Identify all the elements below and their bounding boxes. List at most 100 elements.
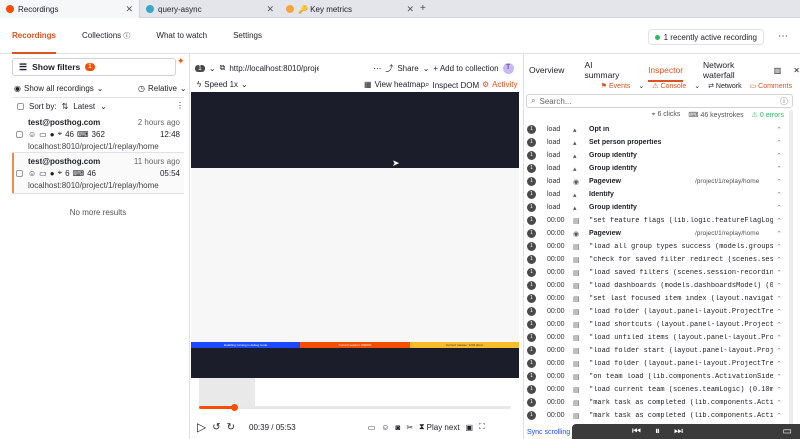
network-filter[interactable]: ⇄ Network	[708, 82, 742, 90]
event-row[interactable]: 1 load ▴ Group identify ⌃	[523, 162, 785, 175]
event-row[interactable]: 1 00:00 ▤ "check for saved filter redirect …	[523, 253, 785, 266]
view-heatmap-button[interactable]: ▦ View heatmap	[364, 80, 425, 89]
event-row[interactable]: 1 00:00 ▤ "set feature flags (lib.logic.fea…	[523, 214, 785, 227]
layout-icon[interactable]: ▥	[774, 66, 782, 75]
browser-tab-query-async[interactable]: query-async ✕	[140, 0, 280, 18]
event-row[interactable]: 1 00:00 ▤ "load dashboards (models.dashboar…	[523, 279, 785, 292]
expand-icon[interactable]: ⌃	[773, 243, 785, 251]
expand-icon[interactable]: ⌃	[773, 256, 785, 264]
event-row[interactable]: 1 load ▴ Identify ⌃	[523, 188, 785, 201]
new-tab-icon[interactable]: +	[420, 3, 426, 14]
event-row[interactable]: 1 load ▴ Group identify ⌃	[523, 201, 785, 214]
expand-icon[interactable]: ⌃	[773, 139, 785, 147]
expand-icon[interactable]: ⌃	[773, 334, 785, 342]
pip-icon[interactable]: ▣	[466, 423, 474, 432]
expand-icon[interactable]: ⌃	[773, 126, 785, 134]
recording-item[interactable]: test@posthog.com 2 hours ago ☺ ▭ ● ⌖ 46 ⌨ 3…	[12, 114, 184, 154]
show-all-recordings[interactable]: ◉ Show all recordings ⌄	[14, 84, 104, 93]
more-vertical-icon[interactable]: ⋮	[176, 101, 184, 110]
tab-inspector[interactable]: Inspector	[648, 58, 683, 82]
fast-forward-icon[interactable]: ⏭	[674, 426, 683, 437]
forward-icon[interactable]: ↻	[227, 422, 235, 433]
date-range-select[interactable]: ◷ Relative ⌄	[138, 84, 187, 93]
tab-ai-summary[interactable]: AI summary	[584, 58, 628, 82]
expand-icon[interactable]: ⌃	[773, 152, 785, 160]
expand-icon[interactable]: ⌃	[773, 230, 785, 238]
sort-select[interactable]: Latest	[73, 102, 95, 111]
rewind-icon[interactable]: ↺	[212, 422, 220, 433]
expand-icon[interactable]: ⌃	[773, 412, 785, 420]
sparkle-icon[interactable]: ✦	[177, 56, 185, 67]
expand-icon[interactable]: ⌃	[773, 217, 785, 225]
tab-overview[interactable]: Overview	[529, 58, 564, 82]
recording-url-field[interactable]: http://localhost:8010/proje...	[229, 64, 319, 73]
tab-network-waterfall[interactable]: Network waterfall	[703, 58, 766, 82]
play-icon[interactable]: ▷	[197, 420, 206, 434]
event-row[interactable]: 1 00:00 ◉ Pageview/project/1/replay/home ⌃	[523, 227, 785, 240]
event-row[interactable]: 1 00:00 ▤ "load folder start (layout.panel-…	[523, 344, 785, 357]
scissors-icon[interactable]: ✂	[406, 423, 413, 432]
event-row[interactable]: 1 00:00 ▤ "load shortcuts (layout.panel-lay…	[523, 318, 785, 331]
window-icon[interactable]: ▭	[783, 426, 800, 437]
expand-icon[interactable]: ⌃	[773, 399, 785, 407]
recording-checkbox[interactable]	[16, 169, 23, 177]
show-filters-button[interactable]: ☰ Show filters 1	[12, 58, 176, 76]
active-recording-badge[interactable]: 1 recently active recording	[647, 29, 764, 45]
chevron-down-icon[interactable]: ⌄	[209, 64, 216, 73]
scrollbar[interactable]	[789, 110, 793, 430]
speed-select[interactable]: ϟ Speed 1x ⌄	[197, 80, 248, 89]
activity-button[interactable]: ⚙ Activity	[482, 80, 518, 89]
expand-icon[interactable]: ⌃	[773, 347, 785, 355]
add-to-collection-button[interactable]: + Add to collection	[433, 64, 498, 73]
close-icon[interactable]: ✕	[266, 4, 274, 15]
select-all-checkbox[interactable]	[17, 103, 24, 110]
event-row[interactable]: 1 load ▴ Set person properties ⌃	[523, 136, 785, 149]
emoji-icon[interactable]: ☺	[381, 423, 389, 432]
expand-icon[interactable]: ⌃	[773, 373, 785, 381]
camera-icon[interactable]: ◙	[395, 423, 400, 432]
play-next-button[interactable]: ⧗ Play next	[419, 422, 460, 432]
event-row[interactable]: 1 00:00 ▤ "set last focused item index (lay…	[523, 292, 785, 305]
chevron-down-icon[interactable]: ⌄	[638, 82, 644, 90]
event-row[interactable]: 1 load ◉ Pageview/project/1/replay/home ⌃	[523, 175, 785, 188]
event-row[interactable]: 1 load ▴ Opt in ⌃	[523, 123, 785, 136]
chevron-down-icon[interactable]: ⌄	[694, 82, 700, 90]
expand-icon[interactable]: ⌃	[773, 308, 785, 316]
expand-icon[interactable]: ⌃	[773, 282, 785, 290]
nav-settings[interactable]: Settings	[233, 18, 262, 54]
copy-icon[interactable]: ⧉	[220, 63, 226, 73]
comments-filter[interactable]: ▭ Comments	[750, 82, 792, 90]
comment-icon[interactable]: ▭	[368, 423, 376, 432]
event-row[interactable]: 1 00:00 ▤ "load unfiled items (layout.panel…	[523, 331, 785, 344]
recording-item-selected[interactable]: test@posthog.com 11 hours ago ☺ ▭ ● ⌖ 6 ⌨ 4…	[12, 153, 184, 193]
expand-icon[interactable]: ⌃	[773, 191, 785, 199]
expand-icon[interactable]: ⌃	[773, 269, 785, 277]
expand-icon[interactable]: ⌃	[773, 360, 785, 368]
event-row[interactable]: 1 00:00 ▤ "load all group types success (mo…	[523, 240, 785, 253]
expand-icon[interactable]: ⌃	[773, 165, 785, 173]
nav-recordings[interactable]: Recordings	[12, 18, 57, 54]
expand-icon[interactable]: ⌃	[773, 178, 785, 186]
console-filter[interactable]: ⚠ Console	[652, 82, 686, 90]
pause-icon[interactable]: ⏸	[655, 426, 660, 437]
share-button[interactable]: Share	[397, 64, 418, 73]
event-row[interactable]: 1 00:00 ▤ "load saved filters (scenes.sessi…	[523, 266, 785, 279]
inspect-dom-button[interactable]: ⌕ Inspect DOM	[425, 80, 479, 90]
expand-icon[interactable]: ⌃	[773, 204, 785, 212]
nav-collections[interactable]: Collections ⓘ	[82, 18, 130, 54]
rewind-icon[interactable]: ⏮	[632, 426, 641, 437]
event-row[interactable]: 1 00:00 ▤ "load current team (scenes.teamLo…	[523, 383, 785, 396]
nav-what-to-watch[interactable]: What to watch	[156, 18, 207, 54]
more-icon[interactable]: ⋯	[778, 31, 788, 42]
event-row[interactable]: 1 00:00 ▤ "load folder (layout.panel-layout…	[523, 357, 785, 370]
event-row[interactable]: 1 00:00 ▤ "load folder (layout.panel-layout…	[523, 305, 785, 318]
page-number-badge[interactable]: 1	[195, 64, 205, 72]
search-input[interactable]: ⌕ Search... ⓘ	[526, 94, 793, 108]
event-row[interactable]: 1 00:00 ▤ "on team load (lib.components.Act…	[523, 370, 785, 383]
seekbar-handle[interactable]	[231, 404, 238, 411]
events-filter[interactable]: ⚑ Events	[601, 82, 631, 90]
expand-icon[interactable]: ⌃	[773, 295, 785, 303]
more-icon[interactable]: ⋯	[373, 64, 381, 73]
fullscreen-icon[interactable]: ⛶	[479, 422, 485, 432]
close-icon[interactable]: ✕	[793, 66, 800, 75]
